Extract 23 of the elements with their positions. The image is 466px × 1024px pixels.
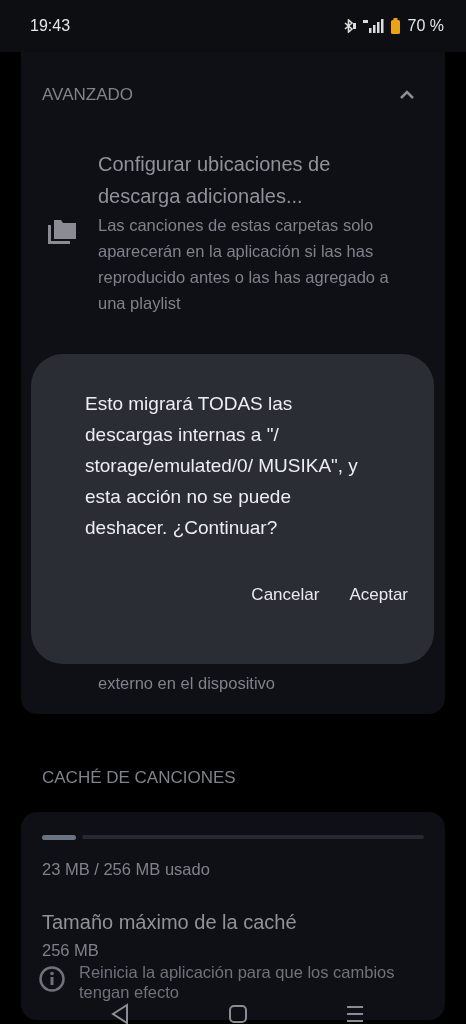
signal-icon xyxy=(362,19,385,33)
setting-title[interactable]: Configurar ubicaciones de descarga adicionales... xyxy=(98,148,410,212)
usage-text: 23 MB / 256 MB usado xyxy=(42,860,211,879)
setting-description: Las canciones de estas carpetas solo aparecerán en la aplicación si las has reproducido antes o las has agregado a una playlist xyxy=(98,215,390,314)
back-icon[interactable] xyxy=(110,1003,130,1024)
battery-icon xyxy=(390,18,400,34)
setting-title[interactable]: Tamaño máximo de la caché xyxy=(42,906,424,938)
section-title: CACHÉ DE CANCIONES xyxy=(41,767,237,789)
folder-icon xyxy=(48,220,76,244)
dialog-button[interactable]: Aceptar xyxy=(341,579,416,611)
clock-time: 19:43 xyxy=(30,17,71,35)
info-text: Reinicia la aplicación para que los cambios tengan efecto xyxy=(79,962,396,1002)
info-icon xyxy=(39,966,65,992)
chevron-up-icon[interactable] xyxy=(399,90,415,100)
home-icon[interactable] xyxy=(227,1004,248,1024)
setting-value: 256 MB xyxy=(42,940,100,961)
battery-percentage: 70 % xyxy=(407,17,444,35)
section-title: AVANZADO xyxy=(42,85,133,105)
menu-icon[interactable] xyxy=(345,1005,365,1023)
bluetooth-icon xyxy=(342,19,357,33)
dialog-message: Esto migrará TODAS las descargas internas a "/ storage/emulated/0/ MUSIKA", y esta acción no se puede deshacer. ¿Continuar? xyxy=(85,392,359,540)
dialog-button[interactable]: Cancelar xyxy=(243,579,328,611)
setting-description: externo en el dispositivo xyxy=(98,673,277,694)
